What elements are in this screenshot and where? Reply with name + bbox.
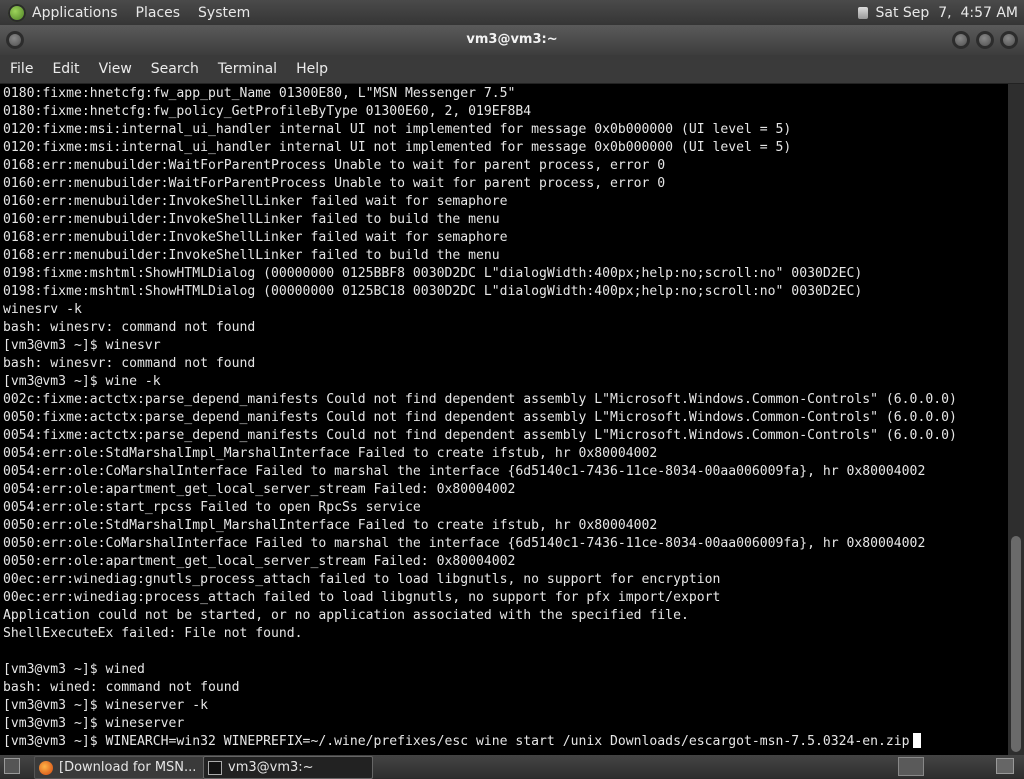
terminal-output[interactable]: 0180:fixme:hnetcfg:fw_app_put_Name 01300… (0, 84, 1008, 755)
menu-edit[interactable]: Edit (52, 61, 79, 77)
terminal-line: 0120:fixme:msi:internal_ui_handler inter… (3, 140, 792, 155)
taskbar-item-firefox[interactable]: [Download for MSN... (34, 756, 204, 779)
bottom-panel: [Download for MSN... vm3@vm3:~ (0, 755, 1024, 779)
terminal-line: 0160:err:menubuilder:InvokeShellLinker f… (3, 194, 508, 209)
terminal-scrollbar[interactable] (1008, 84, 1024, 755)
terminal-icon (208, 760, 222, 775)
taskbar-item-terminal[interactable]: vm3@vm3:~ (203, 756, 373, 779)
terminal-line: 0054:err:ole:apartment_get_local_server_… (3, 482, 516, 497)
applications-menu[interactable]: Applications (32, 5, 118, 21)
terminal-lines: 0180:fixme:hnetcfg:fw_app_put_Name 01300… (3, 85, 1008, 751)
scrollbar-thumb[interactable] (1011, 536, 1021, 752)
terminal-line: 0054:fixme:actctx:parse_depend_manifests… (3, 428, 957, 443)
network-icon[interactable] (857, 6, 868, 19)
terminal-current-command: [vm3@vm3 ~]$ WINEARCH=win32 WINEPREFIX=~… (3, 734, 910, 749)
window-titlebar[interactable]: vm3@vm3:~ (0, 25, 1024, 55)
clock[interactable]: Sat Sep 7, 4:57 AM (876, 5, 1019, 21)
gnome-logo-icon[interactable] (8, 3, 26, 22)
minimize-button[interactable] (952, 31, 970, 49)
terminal-line: 00ec:err:winediag:gnutls_process_attach … (3, 572, 721, 587)
terminal-line: [vm3@vm3 ~]$ wined (3, 662, 145, 677)
terminal-line: winesrv -k (3, 302, 82, 317)
menu-search[interactable]: Search (151, 61, 199, 77)
terminal-line: 0050:err:ole:apartment_get_local_server_… (3, 554, 516, 569)
terminal-line: 0050:fixme:actctx:parse_depend_manifests… (3, 410, 957, 425)
clock-area: Sat Sep 7, 4:57 AM (857, 0, 1019, 25)
terminal-line: 0120:fixme:msi:internal_ui_handler inter… (3, 122, 792, 137)
menu-terminal[interactable]: Terminal (218, 61, 277, 77)
taskbar-item-label: vm3@vm3:~ (228, 760, 314, 775)
terminal-line: 0050:err:ole:CoMarshalInterface Failed t… (3, 536, 926, 551)
firefox-icon (39, 760, 53, 775)
terminal-line: 00ec:err:winediag:process_attach failed … (3, 590, 721, 605)
terminal-line: 0050:err:ole:StdMarshalImpl_MarshalInter… (3, 518, 658, 533)
terminal-line: 0168:err:menubuilder:InvokeShellLinker f… (3, 248, 500, 263)
terminal-line: 002c:fixme:actctx:parse_depend_manifests… (3, 392, 957, 407)
terminal-line: [vm3@vm3 ~]$ wineserver (3, 716, 185, 731)
workspace-switcher[interactable] (898, 757, 924, 776)
terminal-prompt-line[interactable]: [vm3@vm3 ~]$ WINEARCH=win32 WINEPREFIX=~… (3, 733, 1008, 751)
trash-icon[interactable] (996, 758, 1014, 774)
terminal-line: bash: winesrv: command not found (3, 320, 256, 335)
menu-view[interactable]: View (99, 61, 132, 77)
terminal-line: 0054:err:ole:start_rpcss Failed to open … (3, 500, 421, 515)
menu-file[interactable]: File (10, 61, 33, 77)
terminal-line: 0198:fixme:mshtml:ShowHTMLDialog (000000… (3, 266, 863, 281)
terminal-line: 0168:err:menubuilder:InvokeShellLinker f… (3, 230, 508, 245)
menubar: File Edit View Search Terminal Help (0, 55, 1024, 84)
system-menu[interactable]: System (198, 5, 250, 21)
maximize-button[interactable] (976, 31, 994, 49)
terminal-line: bash: winesvr: command not found (3, 356, 256, 371)
terminal-line: 0168:err:menubuilder:WaitForParentProces… (3, 158, 666, 173)
terminal-line: 0180:fixme:hnetcfg:fw_app_put_Name 01300… (3, 86, 516, 101)
terminal-line: 0198:fixme:mshtml:ShowHTMLDialog (000000… (3, 284, 863, 299)
terminal-line: 0054:err:ole:CoMarshalInterface Failed t… (3, 464, 926, 479)
terminal-line: 0160:err:menubuilder:InvokeShellLinker f… (3, 212, 500, 227)
terminal-line: bash: wined: command not found (3, 680, 240, 695)
window-title: vm3@vm3:~ (466, 32, 558, 47)
terminal-line: Application could not be started, or no … (3, 608, 689, 623)
menu-help[interactable]: Help (296, 61, 328, 77)
show-desktop-icon[interactable] (4, 758, 20, 774)
places-menu[interactable]: Places (136, 5, 181, 21)
top-panel: Applications Places System Sat Sep 7, 4:… (0, 0, 1024, 25)
terminal-line: [vm3@vm3 ~]$ wineserver -k (3, 698, 208, 713)
terminal-line: 0160:err:menubuilder:WaitForParentProces… (3, 176, 666, 191)
terminal-line: 0180:fixme:hnetcfg:fw_policy_GetProfileB… (3, 104, 532, 119)
terminal-line: [vm3@vm3 ~]$ winesvr (3, 338, 161, 353)
terminal-cursor (912, 733, 921, 748)
terminal-line: 0054:err:ole:StdMarshalImpl_MarshalInter… (3, 446, 658, 461)
close-button[interactable] (1000, 31, 1018, 49)
terminal-line: ShellExecuteEx failed: File not found. (3, 626, 303, 641)
terminal-line: [vm3@vm3 ~]$ wine -k (3, 374, 161, 389)
taskbar-item-label: [Download for MSN... (59, 760, 197, 775)
